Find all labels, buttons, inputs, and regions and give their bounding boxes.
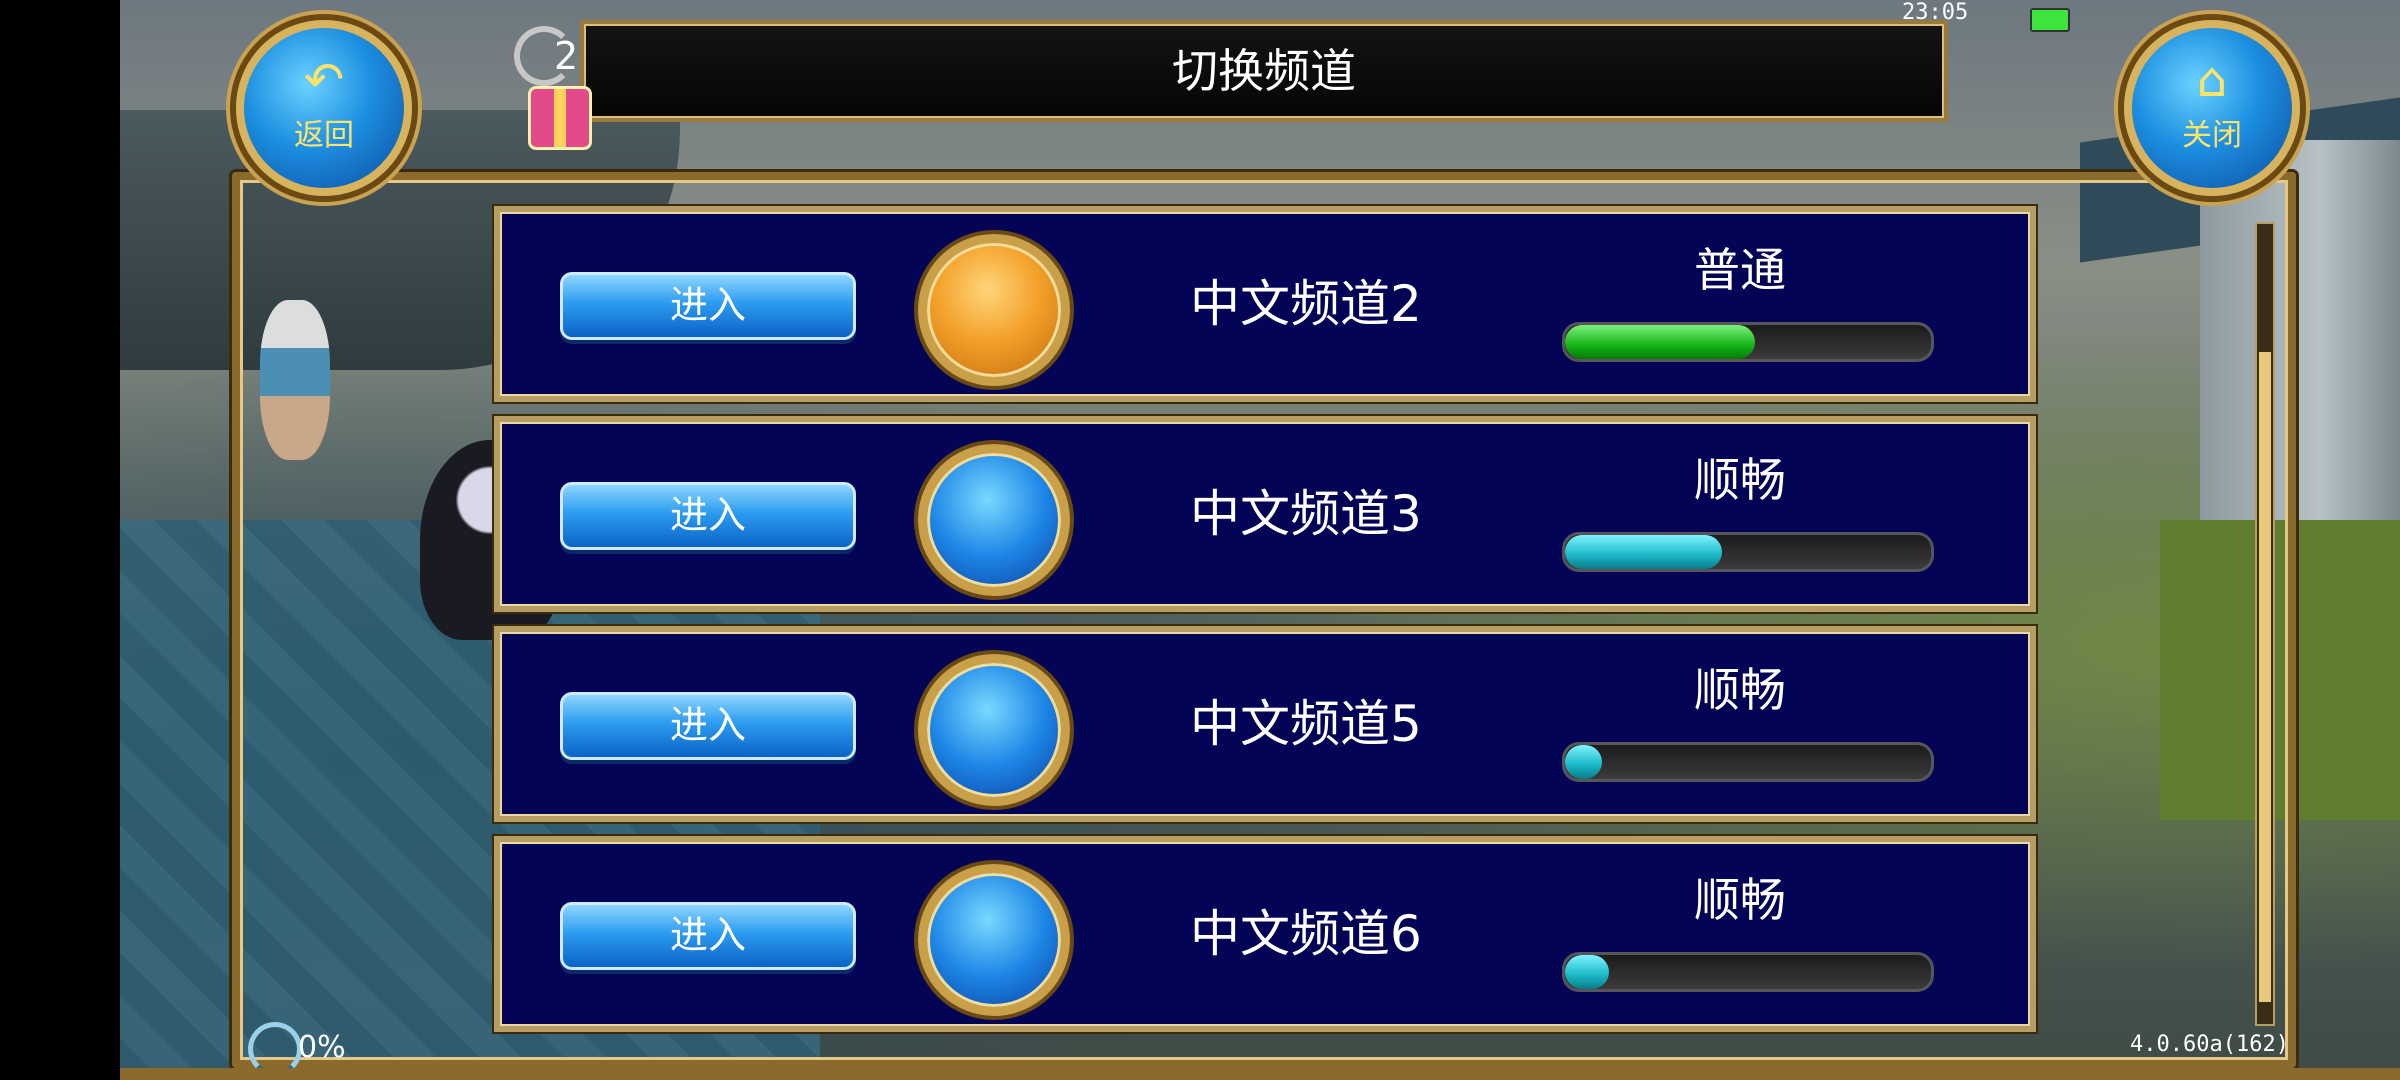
channel-row: 进入 中文频道2 普通	[494, 206, 2036, 402]
load-bar-fill	[1565, 325, 1756, 359]
load-bar	[1562, 742, 1934, 782]
enter-button[interactable]: 进入	[560, 482, 856, 550]
channel-name: 中文频道6	[1190, 905, 1422, 963]
load-bar	[1562, 322, 1934, 362]
channel-name: 中文频道3	[1190, 485, 1422, 543]
connection-quality: 顺畅	[1694, 453, 1786, 507]
status-orb-icon	[918, 234, 1070, 386]
scrollbar-thumb[interactable]	[2259, 352, 2271, 1002]
status-orb-icon	[918, 654, 1070, 806]
status-orb-icon	[918, 864, 1070, 1016]
load-bar-fill	[1565, 535, 1723, 569]
back-button[interactable]: ↶ 返回	[236, 20, 412, 196]
close-button-label: 关闭	[2182, 118, 2242, 153]
load-bar	[1562, 532, 1934, 572]
load-bar-fill	[1565, 745, 1602, 779]
title-bar: 切换频道	[580, 20, 1948, 122]
progress-percent: 0%	[298, 1030, 346, 1065]
enter-button[interactable]: 进入	[560, 692, 856, 760]
home-icon: ⌂	[2196, 52, 2228, 108]
status-orb-icon	[918, 444, 1070, 596]
version-label: 4.0.60a(162)	[2130, 1032, 2289, 1057]
channel-name: 中文频道5	[1190, 695, 1422, 753]
clock: 23:05	[1902, 0, 1969, 25]
page-title: 切换频道	[1172, 44, 1356, 98]
battery-icon	[2030, 8, 2070, 32]
back-button-label: 返回	[294, 118, 354, 153]
enter-button[interactable]: 进入	[560, 902, 856, 970]
load-bar	[1562, 952, 1934, 992]
scrollbar[interactable]	[2255, 222, 2275, 1026]
close-button[interactable]: ⌂ 关闭	[2124, 20, 2300, 196]
channel-row: 进入 中文频道3 顺畅	[494, 416, 2036, 612]
bottom-border	[120, 1068, 2400, 1080]
enter-button[interactable]: 进入	[560, 272, 856, 340]
gift-icon[interactable]	[528, 86, 592, 150]
channel-name: 中文频道2	[1190, 275, 1422, 333]
load-bar-fill	[1565, 955, 1609, 989]
connection-quality: 普通	[1694, 243, 1786, 297]
channel-row: 进入 中文频道6 顺畅	[494, 836, 2036, 1032]
connection-quality: 顺畅	[1694, 663, 1786, 717]
arrow-back-icon: ↶	[303, 52, 345, 108]
gift-count: 2	[554, 34, 579, 78]
connection-quality: 顺畅	[1694, 873, 1786, 927]
channel-row: 进入 中文频道5 顺畅	[494, 626, 2036, 822]
